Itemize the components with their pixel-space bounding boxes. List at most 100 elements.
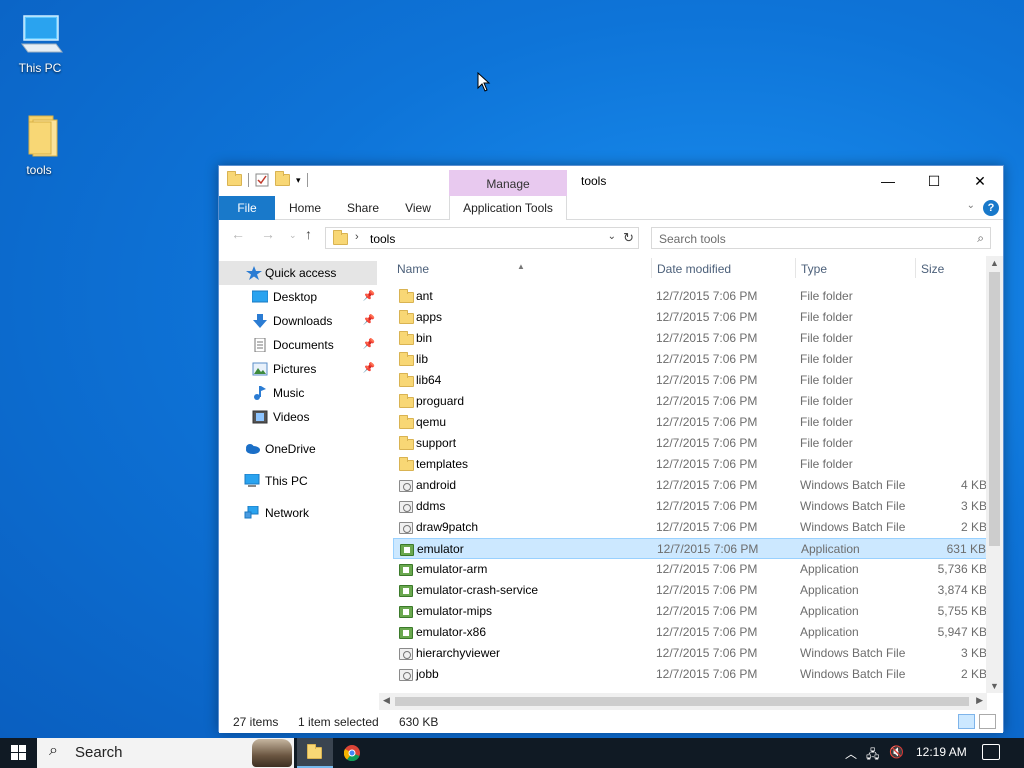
- file-row[interactable]: qemu 12/7/2015 7:06 PM File folder: [393, 412, 987, 433]
- file-row[interactable]: ddms 12/7/2015 7:06 PM Windows Batch File 3…: [393, 496, 987, 517]
- tab-application-tools[interactable]: Application Tools: [449, 196, 567, 220]
- file-row[interactable]: lib 12/7/2015 7:06 PM File folder: [393, 349, 987, 370]
- new-folder-icon[interactable]: [275, 171, 290, 186]
- column-divider[interactable]: [795, 258, 796, 278]
- taskbar-search-box[interactable]: ⌕ Search: [37, 738, 294, 768]
- file-name: bin: [416, 331, 433, 345]
- file-row[interactable]: emulator-x86 12/7/2015 7:06 PM Application…: [393, 622, 987, 643]
- tab-home[interactable]: Home: [281, 196, 329, 220]
- network-status-icon[interactable]: 🖧: [866, 745, 879, 766]
- file-row[interactable]: ant 12/7/2015 7:06 PM File folder: [393, 286, 987, 307]
- file-type: File folder: [800, 415, 853, 429]
- desktop-icon-tools[interactable]: tools: [3, 112, 75, 177]
- file-name: hierarchyviewer: [416, 646, 501, 660]
- column-divider[interactable]: [915, 258, 916, 278]
- clock[interactable]: 12:19 AM: [916, 745, 967, 759]
- minimize-button[interactable]: —: [865, 166, 911, 196]
- file-explorer-window: ▾ Manage tools — ☐ ✕ File Home Share Vie…: [218, 165, 1004, 733]
- file-row[interactable]: apps 12/7/2015 7:06 PM File folder: [393, 307, 987, 328]
- pin-icon[interactable]: 📌: [363, 333, 375, 357]
- breadcrumb-tools[interactable]: tools: [370, 232, 395, 246]
- close-button[interactable]: ✕: [957, 166, 1003, 196]
- scroll-down-icon[interactable]: ▼: [990, 681, 999, 691]
- large-icons-view-icon[interactable]: [979, 714, 996, 729]
- folder-icon: [399, 373, 414, 387]
- volume-muted-icon[interactable]: 🔇: [889, 745, 904, 759]
- nav-item-this-pc[interactable]: This PC: [219, 469, 377, 493]
- file-row[interactable]: draw9patch 12/7/2015 7:06 PM Windows Batch…: [393, 517, 987, 538]
- file-row[interactable]: emulator 12/7/2015 7:06 PM Application 631 …: [393, 538, 987, 559]
- breadcrumb-chevron-icon[interactable]: ›: [355, 231, 359, 243]
- file-row[interactable]: emulator-crash-service 12/7/2015 7:06 PM A…: [393, 580, 987, 601]
- vertical-scrollbar[interactable]: ▲ ▼: [986, 256, 1003, 693]
- back-arrow-icon[interactable]: ←: [231, 226, 245, 242]
- scroll-right-icon[interactable]: ▶: [976, 695, 983, 706]
- column-divider[interactable]: [651, 258, 652, 278]
- file-size: 4 KB: [960, 478, 987, 492]
- nav-item-pictures[interactable]: Pictures 📌: [219, 357, 377, 381]
- pin-icon[interactable]: 📌: [363, 285, 375, 309]
- column-header-size[interactable]: Size: [921, 262, 944, 276]
- help-icon[interactable]: ?: [983, 200, 999, 216]
- pictures-icon: [252, 362, 268, 376]
- file-row[interactable]: android 12/7/2015 7:06 PM Windows Batch Fi…: [393, 475, 987, 496]
- scroll-up-icon[interactable]: ▲: [990, 258, 999, 268]
- scroll-left-icon[interactable]: ◀: [383, 695, 390, 706]
- file-type: File folder: [800, 436, 853, 450]
- nav-item-quick-access[interactable]: Quick access: [219, 261, 377, 285]
- customize-toolbar-icon[interactable]: ▾: [296, 175, 301, 186]
- recent-locations-icon[interactable]: ⌄: [289, 230, 297, 241]
- nav-item-music[interactable]: Music: [219, 381, 377, 405]
- refresh-icon[interactable]: ↻: [623, 230, 634, 246]
- properties-icon[interactable]: [255, 173, 269, 187]
- nav-item-desktop[interactable]: Desktop 📌: [219, 285, 377, 309]
- file-row[interactable]: jobb 12/7/2015 7:06 PM Windows Batch File 2…: [393, 664, 987, 685]
- desktop-icon-this-pc[interactable]: This PC: [4, 10, 76, 75]
- start-button[interactable]: [0, 738, 36, 768]
- taskbar-file-explorer[interactable]: [297, 738, 333, 768]
- action-center-icon[interactable]: [982, 744, 1000, 760]
- nav-item-downloads[interactable]: Downloads 📌: [219, 309, 377, 333]
- column-header-type[interactable]: Type: [801, 262, 827, 276]
- details-view-icon[interactable]: [958, 714, 975, 729]
- column-header-date[interactable]: Date modified: [657, 262, 731, 276]
- nav-item-documents[interactable]: Documents 📌: [219, 333, 377, 357]
- file-row[interactable]: bin 12/7/2015 7:06 PM File folder: [393, 328, 987, 349]
- maximize-button[interactable]: ☐: [911, 166, 957, 196]
- taskbar-chrome[interactable]: [334, 738, 370, 768]
- file-row[interactable]: support 12/7/2015 7:06 PM File folder: [393, 433, 987, 454]
- column-header-name[interactable]: Name: [397, 262, 429, 276]
- file-row[interactable]: emulator-arm 12/7/2015 7:06 PM Application…: [393, 559, 987, 580]
- file-row[interactable]: templates 12/7/2015 7:06 PM File folder: [393, 454, 987, 475]
- scrollbar-thumb[interactable]: [395, 697, 969, 706]
- pin-icon[interactable]: 📌: [363, 309, 375, 333]
- file-type: File folder: [800, 310, 853, 324]
- nav-item-network[interactable]: Network: [219, 501, 377, 525]
- search-input[interactable]: Search tools ⌕: [651, 227, 991, 249]
- tab-share[interactable]: Share: [339, 196, 387, 220]
- scrollbar-thumb[interactable]: [989, 272, 1000, 546]
- file-row[interactable]: proguard 12/7/2015 7:06 PM File folder: [393, 391, 987, 412]
- file-row[interactable]: hierarchyviewer 12/7/2015 7:06 PM Windows …: [393, 643, 987, 664]
- file-type: Application: [800, 562, 859, 576]
- network-icon: [244, 506, 259, 519]
- file-row[interactable]: lib64 12/7/2015 7:06 PM File folder: [393, 370, 987, 391]
- tab-manage[interactable]: Manage: [449, 170, 567, 196]
- application-icon: [399, 606, 413, 618]
- nav-item-videos[interactable]: Videos: [219, 405, 377, 429]
- show-hidden-icons-icon[interactable]: ︿: [845, 745, 857, 762]
- file-row[interactable]: emulator-mips 12/7/2015 7:06 PM Applicatio…: [393, 601, 987, 622]
- computer-icon: [244, 474, 260, 487]
- up-arrow-icon[interactable]: ↑: [305, 226, 312, 242]
- file-type: File folder: [800, 289, 853, 303]
- tab-view[interactable]: View: [397, 196, 439, 220]
- address-bar[interactable]: › tools ⌄ ↻: [325, 227, 639, 249]
- expand-ribbon-icon[interactable]: ⌄: [967, 200, 975, 211]
- pin-icon[interactable]: 📌: [363, 357, 375, 381]
- address-dropdown-icon[interactable]: ⌄: [608, 231, 616, 242]
- nav-item-onedrive[interactable]: OneDrive: [219, 437, 377, 461]
- tab-file[interactable]: File: [219, 196, 275, 220]
- forward-arrow-icon[interactable]: →: [261, 226, 275, 242]
- file-type: Windows Batch File: [800, 520, 906, 534]
- horizontal-scrollbar[interactable]: ◀ ▶: [379, 693, 987, 710]
